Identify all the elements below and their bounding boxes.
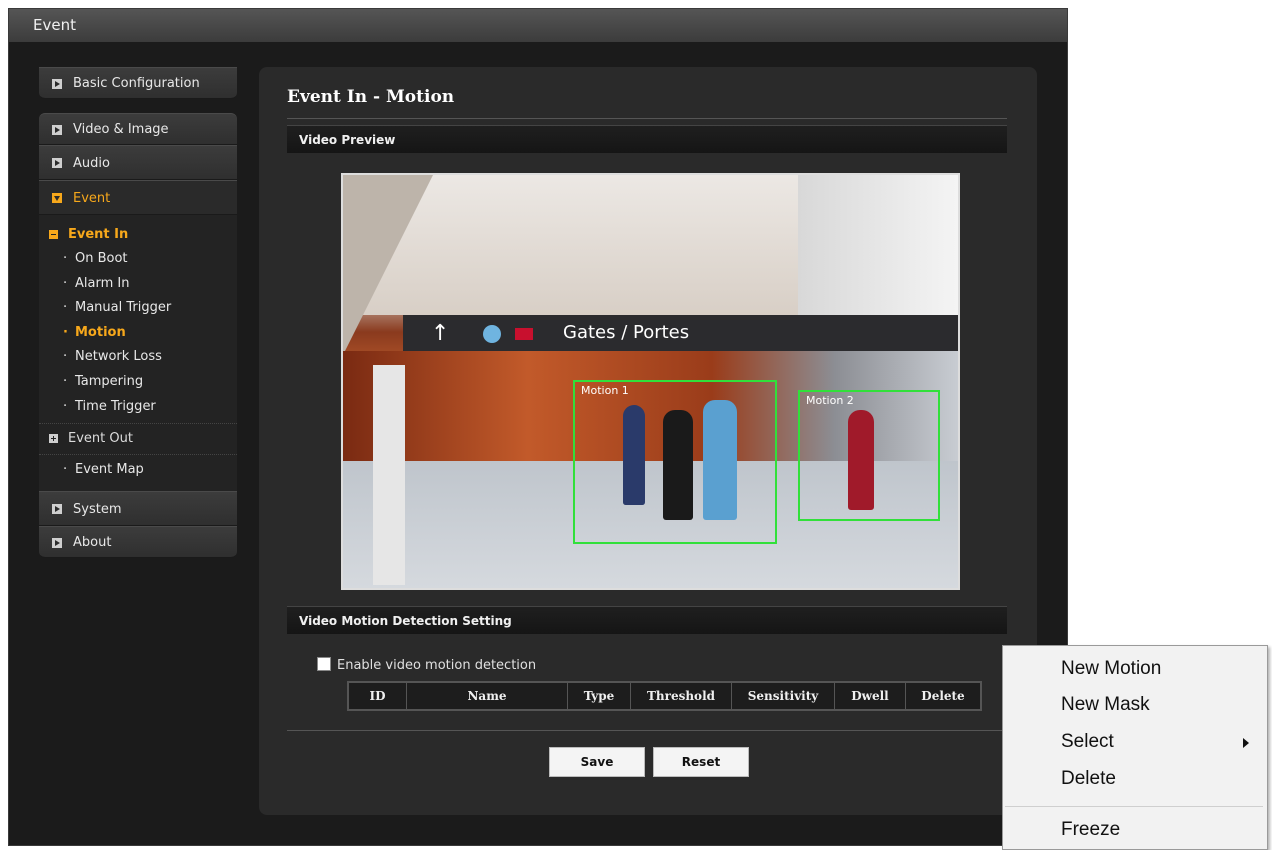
menu-separator <box>1005 806 1263 807</box>
save-button[interactable]: Save <box>549 747 645 777</box>
context-item-label: Select <box>1061 731 1114 752</box>
column-header-type: Type <box>567 682 631 710</box>
enable-motion-detection: Enable video motion detection <box>317 657 536 673</box>
sidebar-item-label: Audio <box>73 156 110 171</box>
section-header-video-preview: Video Preview <box>287 125 1007 153</box>
motion-region-label: Motion 1 <box>581 384 629 397</box>
sidebar-item-event[interactable]: Event <box>39 180 237 215</box>
sidebar-item-system[interactable]: System <box>39 491 237 527</box>
up-arrow-icon: ↑ <box>431 321 450 346</box>
enable-motion-detection-checkbox[interactable] <box>317 657 331 671</box>
submenu-event-in[interactable]: Event In <box>39 223 237 247</box>
sidebar-item-label: Event <box>73 191 111 206</box>
submenu-arrow-icon <box>1243 738 1249 748</box>
motion-region-2[interactable]: Motion 2 <box>798 390 940 521</box>
window-titlebar: Event <box>9 9 1067 42</box>
page-title: Event In - Motion <box>287 87 455 107</box>
expand-arrow-icon <box>52 538 62 549</box>
sidebar-item-label: Video & Image <box>73 122 169 137</box>
expand-arrow-icon <box>52 504 62 515</box>
context-item-freeze[interactable]: Freeze <box>1003 812 1267 848</box>
divider <box>287 730 1007 731</box>
app-window: Event Basic Configuration Video & Image … <box>8 8 1068 846</box>
sidebar-item-basic-configuration[interactable]: Basic Configuration <box>39 67 237 99</box>
submenu-item-event-map[interactable]: Event Map <box>39 454 237 485</box>
column-header-dwell: Dwell <box>834 682 906 710</box>
expand-box-icon <box>49 434 58 444</box>
submenu-item-tampering[interactable]: Tampering <box>39 370 237 395</box>
motion-region-label: Motion 2 <box>806 394 854 407</box>
column-header-delete: Delete <box>905 682 982 710</box>
event-submenu: Event In On Boot Alarm In Manual Trigger… <box>39 215 237 492</box>
flag-icon <box>515 328 533 340</box>
collapse-box-icon <box>49 230 58 239</box>
submenu-item-on-boot[interactable]: On Boot <box>39 247 237 272</box>
main-panel: Event In - Motion Video Preview Gates / … <box>259 67 1037 815</box>
submenu-item-time-trigger[interactable]: Time Trigger <box>39 395 237 420</box>
motion-detection-table: ID Name Type Threshold Sensitivity Dwell… <box>347 681 982 711</box>
scene-pillar <box>373 365 405 585</box>
section-header-motion-detection: Video Motion Detection Setting <box>287 606 1007 634</box>
submenu-label: Event In <box>68 227 129 242</box>
divider <box>287 118 1007 119</box>
submenu-item-network-loss[interactable]: Network Loss <box>39 345 237 370</box>
sidebar-item-label: Basic Configuration <box>73 76 200 91</box>
sidebar-item-label: System <box>73 502 122 518</box>
column-header-name: Name <box>406 682 568 710</box>
expand-arrow-icon <box>52 79 62 89</box>
context-item-delete[interactable]: Delete <box>1003 761 1267 797</box>
submenu-event-out[interactable]: Event Out <box>39 423 237 454</box>
sidebar-item-audio[interactable]: Audio <box>39 145 237 180</box>
expand-arrow-icon <box>52 158 62 168</box>
submenu-label: Event Out <box>68 431 133 447</box>
sidebar-nav: Basic Configuration Video & Image Audio … <box>39 67 237 559</box>
collapse-arrow-icon <box>52 193 62 203</box>
sidebar-item-video-image[interactable]: Video & Image <box>39 113 237 145</box>
window-title: Event <box>33 16 76 34</box>
reset-button[interactable]: Reset <box>653 747 749 777</box>
submenu-item-manual-trigger[interactable]: Manual Trigger <box>39 296 237 321</box>
context-item-select[interactable]: Select <box>1003 724 1267 760</box>
context-item-new-mask[interactable]: New Mask <box>1003 687 1267 723</box>
context-menu: New Motion New Mask Select Delete Freeze <box>1002 645 1268 850</box>
sidebar-item-about[interactable]: About <box>39 526 237 559</box>
column-header-sensitivity: Sensitivity <box>731 682 835 710</box>
submenu-item-alarm-in[interactable]: Alarm In <box>39 272 237 297</box>
table-header-row: ID Name Type Threshold Sensitivity Dwell… <box>348 682 982 710</box>
video-preview[interactable]: Gates / Portes ↑ Motion 1 Motion 2 <box>341 173 960 590</box>
expand-arrow-icon <box>52 125 62 135</box>
column-header-threshold: Threshold <box>630 682 732 710</box>
checkbox-label: Enable video motion detection <box>337 658 537 673</box>
submenu-item-motion[interactable]: Motion <box>39 321 237 346</box>
context-item-new-motion[interactable]: New Motion <box>1003 651 1267 687</box>
column-header-id: ID <box>348 682 407 710</box>
sidebar-item-label: About <box>73 535 112 551</box>
motion-region-1[interactable]: Motion 1 <box>573 380 777 544</box>
globe-icon <box>483 325 501 343</box>
